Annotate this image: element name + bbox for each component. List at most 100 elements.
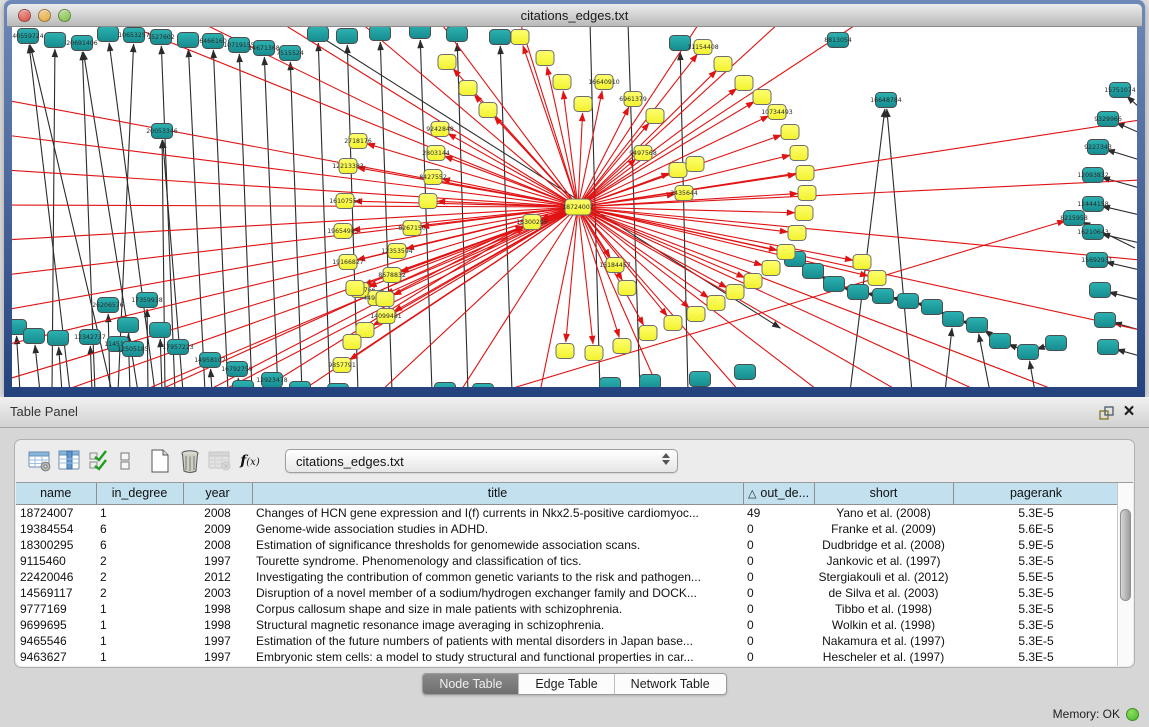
graph-node[interactable] [943, 312, 964, 327]
column-header-in_degree[interactable]: in_degree [96, 483, 183, 504]
table-row[interactable]: 946362711997Embryonic stem cells: a mode… [16, 649, 1119, 665]
graph-node[interactable] [824, 277, 845, 292]
column-header-short[interactable]: short [814, 483, 953, 504]
graph-node[interactable] [898, 294, 919, 309]
graph-node[interactable] [646, 109, 664, 124]
graph-node[interactable] [613, 339, 631, 354]
graph-node[interactable] [343, 335, 361, 350]
graph-node[interactable] [762, 261, 780, 276]
table-row[interactable]: 1938455462009Genome-wide association stu… [16, 521, 1119, 537]
graph-node[interactable] [585, 346, 603, 361]
show-columns-icon[interactable] [55, 446, 85, 476]
table-row[interactable]: 2242004622012Investigating the contribut… [16, 569, 1119, 585]
graph-node[interactable] [1095, 313, 1116, 328]
graph-node[interactable] [511, 30, 529, 45]
graph-node[interactable] [990, 334, 1011, 349]
graph-node[interactable] [600, 378, 621, 388]
network-canvas[interactable]: 4055972420691406106532571527602646616010… [12, 27, 1137, 387]
graph-node[interactable] [868, 271, 886, 286]
graph-node[interactable] [410, 27, 431, 39]
graph-node[interactable] [853, 255, 871, 270]
table-row[interactable]: 1456911722003Disruption of a novel membe… [16, 585, 1119, 601]
tab-network-table[interactable]: Network Table [614, 674, 726, 694]
table-row[interactable]: 1830029562008Estimation of significance … [16, 537, 1119, 553]
graph-node[interactable] [1046, 336, 1067, 351]
graph-node[interactable] [744, 274, 762, 289]
graph-node[interactable] [118, 318, 139, 333]
graph-node[interactable] [664, 316, 682, 331]
graph-node[interactable] [796, 166, 814, 181]
graph-node[interactable] [536, 51, 554, 66]
create-table-icon[interactable] [145, 446, 175, 476]
graph-node[interactable] [686, 157, 704, 172]
graph-node[interactable] [290, 382, 311, 388]
graph-node[interactable] [618, 281, 636, 296]
graph-node[interactable] [781, 125, 799, 140]
graph-node[interactable] [447, 27, 468, 42]
column-header-out_de[interactable]: △out_de... [743, 483, 814, 504]
graph-node[interactable] [346, 281, 364, 296]
graph-node[interactable] [45, 33, 66, 48]
graph-node[interactable] [438, 55, 456, 70]
vertical-scrollbar[interactable] [1117, 483, 1133, 666]
graph-node[interactable] [473, 384, 494, 388]
table-select[interactable]: citations_edges.txt [285, 449, 678, 473]
zoom-button[interactable] [58, 9, 71, 22]
graph-node[interactable] [479, 103, 497, 118]
graph-node[interactable] [873, 289, 894, 304]
column-header-pagerank[interactable]: pagerank [953, 483, 1119, 504]
graph-node[interactable] [370, 27, 391, 41]
graph-node[interactable] [967, 318, 988, 333]
graph-node[interactable] [233, 381, 254, 388]
graph-node[interactable] [178, 33, 199, 48]
graph-node[interactable] [308, 27, 329, 42]
graph-node[interactable] [459, 81, 477, 96]
table-row[interactable]: 977716911998Corpus callosum shape and si… [16, 601, 1119, 617]
function-builder-icon[interactable]: f(x) [235, 446, 265, 476]
graph-node[interactable] [795, 206, 813, 221]
graph-node[interactable] [419, 194, 437, 209]
graph-node[interactable] [24, 329, 45, 344]
graph-node[interactable] [735, 76, 753, 91]
graph-node[interactable] [753, 90, 771, 105]
delete-full-table-icon[interactable] [205, 446, 235, 476]
graph-node[interactable] [337, 29, 358, 44]
tab-edge-table[interactable]: Edge Table [518, 674, 613, 694]
graph-node[interactable] [798, 186, 816, 201]
minimize-button[interactable] [38, 9, 51, 22]
graph-node[interactable] [1098, 340, 1119, 355]
delete-table-icon[interactable] [175, 446, 205, 476]
network-graph[interactable]: 4055972420691406106532571527602646616010… [12, 27, 1137, 387]
graph-node[interactable] [1018, 345, 1039, 360]
graph-node[interactable] [490, 30, 511, 45]
graph-node[interactable] [669, 163, 687, 178]
graph-node[interactable] [98, 27, 119, 42]
memory-ok-icon[interactable] [1126, 708, 1139, 721]
graph-node[interactable] [922, 300, 943, 315]
column-header-year[interactable]: year [183, 483, 252, 504]
graph-node[interactable] [726, 285, 744, 300]
table-row[interactable]: 946554611997Estimation of the future num… [16, 633, 1119, 649]
graph-node[interactable] [574, 97, 592, 112]
graph-node[interactable] [556, 344, 574, 359]
table-row[interactable]: 911546021997Tourette syndrome. Phenomeno… [16, 553, 1119, 569]
graph-node[interactable] [848, 285, 869, 300]
scrollbar-thumb[interactable] [1120, 509, 1131, 601]
column-header-name[interactable]: name [16, 483, 96, 504]
close-button[interactable] [18, 9, 31, 22]
graph-node[interactable] [788, 226, 806, 241]
graph-node[interactable] [435, 383, 456, 388]
table-settings-icon[interactable] [25, 446, 55, 476]
graph-node[interactable] [150, 323, 171, 338]
window-titlebar[interactable]: citations_edges.txt [7, 4, 1142, 27]
graph-node[interactable] [690, 372, 711, 387]
clear-selection-icon[interactable] [115, 446, 135, 476]
select-all-icon[interactable] [85, 446, 115, 476]
close-icon[interactable]: × [1120, 404, 1138, 422]
graph-node[interactable] [639, 326, 657, 341]
table-row[interactable]: 969969511998Structural magnetic resonanc… [16, 617, 1119, 633]
table-row[interactable]: 1872400712008Changes of HCN gene express… [16, 504, 1119, 521]
graph-node[interactable] [735, 365, 756, 380]
graph-node[interactable] [707, 296, 725, 311]
graph-node[interactable] [640, 375, 661, 388]
